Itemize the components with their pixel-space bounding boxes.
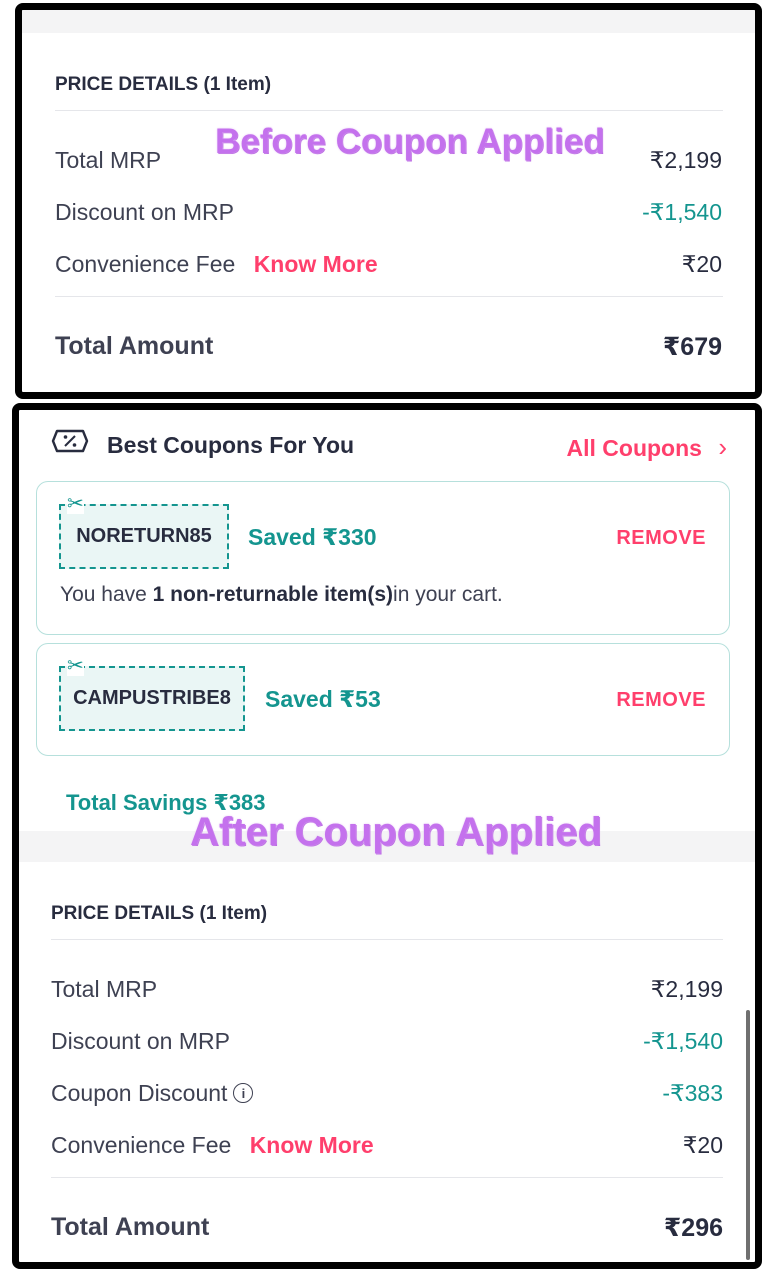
all-coupons-link[interactable]: All Coupons › — [567, 432, 728, 463]
discount-on-mrp-label: Discount on MRP — [51, 1028, 230, 1054]
know-more-link[interactable]: Know More — [254, 251, 378, 277]
total-amount-label: Total Amount — [55, 332, 214, 360]
section-separator — [22, 10, 755, 33]
coupon-code-badge: CAMPUSTRIBE8 — [59, 666, 245, 731]
non-returnable-note: You have 1 non-returnable item(s)in your… — [60, 583, 503, 607]
best-coupons-heading: Best Coupons For You — [107, 432, 355, 458]
convenience-fee-label: Convenience Fee — [51, 1132, 232, 1158]
coupon-discount-label: Coupon Discount — [51, 1080, 228, 1106]
divider — [51, 939, 723, 940]
info-icon[interactable]: i — [233, 1082, 254, 1103]
total-mrp-label: Total MRP — [51, 976, 158, 1002]
price-details-title: PRICE DETAILS (1 Item) — [55, 74, 272, 95]
know-more-link[interactable]: Know More — [250, 1132, 374, 1158]
divider — [51, 1177, 723, 1178]
coupon-code-badge: NORETURN85 — [59, 504, 229, 569]
coupon-discount-row: Coupon Discount i — [51, 1080, 254, 1107]
convenience-fee-value: ₹20 — [681, 251, 722, 277]
remove-coupon-button[interactable]: REMOVE — [616, 527, 706, 550]
divider — [55, 110, 723, 111]
applied-coupon-card: NORETURN85 ✂ Saved ₹330 REMOVE You have … — [36, 481, 730, 635]
coupon-saved-amount: Saved ₹53 — [265, 686, 381, 712]
convenience-fee-value: ₹20 — [682, 1132, 723, 1158]
total-mrp-value: ₹2,199 — [649, 147, 722, 173]
applied-coupon-card: CAMPUSTRIBE8 ✂ Saved ₹53 REMOVE — [36, 643, 730, 756]
discount-on-mrp-value: -₹1,540 — [642, 199, 722, 225]
chevron-right-icon: › — [718, 432, 727, 462]
total-mrp-value: ₹2,199 — [650, 976, 723, 1002]
convenience-fee-row: Convenience Fee Know More — [51, 1132, 374, 1159]
note-bold-text: 1 non-returnable item(s) — [152, 583, 394, 606]
total-mrp-label: Total MRP — [55, 147, 162, 173]
all-coupons-label: All Coupons — [566, 435, 702, 461]
scissors-icon: ✂ — [67, 655, 84, 677]
after-coupon-overlay-label: After Coupon Applied — [190, 810, 602, 854]
scissors-icon: ✂ — [67, 493, 84, 515]
remove-coupon-button[interactable]: REMOVE — [616, 689, 706, 712]
discount-on-mrp-label: Discount on MRP — [55, 199, 234, 225]
scrollbar[interactable] — [746, 1010, 750, 1260]
note-text: in your cart. — [393, 583, 503, 606]
total-amount-label: Total Amount — [51, 1213, 210, 1241]
coupon-saved-amount: Saved ₹330 — [248, 524, 377, 550]
divider — [55, 296, 723, 297]
coupon-discount-value: -₹383 — [662, 1080, 723, 1106]
before-price-details-panel: PRICE DETAILS (1 Item) Total MRP ₹2,199 … — [15, 3, 762, 399]
coupon-tag-icon — [50, 423, 90, 459]
note-text: You have — [60, 583, 153, 606]
total-amount-value: ₹296 — [663, 1214, 723, 1242]
price-details-title: PRICE DETAILS (1 Item) — [51, 903, 268, 924]
discount-on-mrp-value: -₹1,540 — [643, 1028, 723, 1054]
before-coupon-overlay-label: Before Coupon Applied — [215, 122, 605, 161]
total-amount-value: ₹679 — [662, 333, 722, 361]
convenience-fee-row: Convenience Fee Know More — [55, 251, 378, 278]
convenience-fee-label: Convenience Fee — [55, 251, 236, 277]
